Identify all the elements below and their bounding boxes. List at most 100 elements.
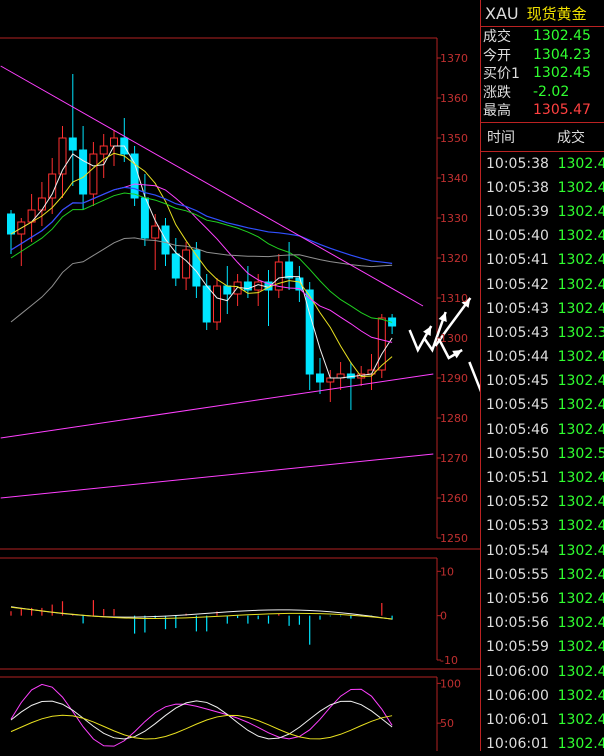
tick-price: 1302.4 bbox=[558, 567, 604, 583]
quote-label: 涨跌 bbox=[483, 82, 533, 102]
tick-row[interactable]: 10:05:591302.4 bbox=[481, 635, 604, 659]
tick-row[interactable]: 10:05:501302.5 bbox=[481, 442, 604, 466]
kdj-panel[interactable] bbox=[11, 684, 392, 746]
candle-body bbox=[152, 226, 159, 238]
tick-row[interactable]: 10:05:521302.4 bbox=[481, 490, 604, 514]
tick-time: 10:06:00 bbox=[481, 664, 558, 680]
tick-price: 1302.5 bbox=[558, 446, 604, 462]
tick-row[interactable]: 10:05:531302.4 bbox=[481, 514, 604, 538]
tick-row[interactable]: 10:05:451302.4 bbox=[481, 393, 604, 417]
tick-price: 1302.4 bbox=[558, 252, 604, 268]
quote-row: 今开1304.23 bbox=[481, 46, 604, 65]
projection-arrows bbox=[410, 298, 480, 426]
tick-price: 1302.4 bbox=[558, 688, 604, 704]
tick-time: 10:05:40 bbox=[481, 228, 558, 244]
tick-price: 1302.4 bbox=[558, 543, 604, 559]
tick-time: 10:05:43 bbox=[481, 325, 558, 341]
tick-price: 1302.4 bbox=[558, 518, 604, 534]
arrow-head bbox=[439, 312, 447, 322]
tick-row[interactable]: 10:05:431302.3 bbox=[481, 321, 604, 345]
tick-row[interactable]: 10:05:401302.4 bbox=[481, 224, 604, 248]
y-tick-label: 1260 bbox=[440, 492, 468, 505]
tick-row[interactable]: 10:05:441302.4 bbox=[481, 345, 604, 369]
quote-label: 买价1 bbox=[483, 63, 533, 83]
symbol-code: XAU bbox=[485, 4, 519, 23]
support-trendline bbox=[1, 374, 434, 438]
tick-list[interactable]: 10:05:381302.410:05:381302.410:05:391302… bbox=[481, 152, 604, 756]
tick-row[interactable]: 10:05:381302.4 bbox=[481, 152, 604, 176]
tick-row[interactable]: 10:06:011302.4 bbox=[481, 708, 604, 732]
tick-time: 10:05:54 bbox=[481, 543, 558, 559]
tick-price: 1302.4 bbox=[558, 422, 604, 438]
candle-body bbox=[203, 286, 210, 322]
candle-body bbox=[306, 290, 313, 374]
tick-time: 10:05:53 bbox=[481, 518, 558, 534]
tick-time: 10:05:43 bbox=[481, 301, 558, 317]
tick-row[interactable]: 10:05:561302.4 bbox=[481, 611, 604, 635]
y-tick-label: 1350 bbox=[440, 132, 468, 145]
symbol-header: XAU 现货黄金 bbox=[481, 0, 604, 27]
macd-dea-line bbox=[11, 607, 392, 619]
y-tick-label: 1320 bbox=[440, 252, 468, 265]
candle-body bbox=[8, 214, 15, 234]
tick-row[interactable]: 10:05:421302.4 bbox=[481, 272, 604, 296]
tick-row[interactable]: 10:05:431302.4 bbox=[481, 297, 604, 321]
candle-body bbox=[111, 138, 118, 146]
tick-time: 10:05:46 bbox=[481, 422, 558, 438]
candle-body bbox=[378, 318, 385, 370]
tick-price: 1302.4 bbox=[558, 204, 604, 220]
candle-body bbox=[214, 286, 221, 322]
tick-price: 1302.4 bbox=[558, 277, 604, 293]
y-tick-label: 1250 bbox=[440, 532, 468, 545]
tick-time: 10:05:45 bbox=[481, 373, 558, 389]
tick-price-header: 成交 bbox=[557, 127, 585, 147]
symbol-name: 现货黄金 bbox=[527, 3, 587, 24]
tick-row[interactable]: 10:05:511302.4 bbox=[481, 466, 604, 490]
candle-body bbox=[131, 154, 138, 198]
tick-time: 10:05:38 bbox=[481, 180, 558, 196]
tick-row[interactable]: 10:05:381302.4 bbox=[481, 176, 604, 200]
quote-row: 涨跌-2.02 bbox=[481, 83, 604, 102]
tick-time: 10:05:42 bbox=[481, 277, 558, 293]
tick-time: 10:05:39 bbox=[481, 204, 558, 220]
tick-time: 10:05:52 bbox=[481, 494, 558, 510]
tick-row[interactable]: 10:06:001302.4 bbox=[481, 684, 604, 708]
tick-price: 1302.4 bbox=[558, 180, 604, 196]
macd-y-label: 0 bbox=[440, 610, 447, 623]
quote-value: -2.02 bbox=[533, 84, 569, 100]
tick-row[interactable]: 10:05:541302.4 bbox=[481, 539, 604, 563]
tick-row[interactable]: 10:05:461302.4 bbox=[481, 418, 604, 442]
candle-body bbox=[327, 378, 334, 382]
tick-time: 10:05:56 bbox=[481, 591, 558, 607]
candlestick-panel[interactable] bbox=[8, 74, 396, 410]
tick-row[interactable]: 10:05:451302.4 bbox=[481, 369, 604, 393]
tick-price: 1302.4 bbox=[558, 301, 604, 317]
kline-chart-area[interactable]: 1370136013501340133013201310130012901280… bbox=[0, 0, 480, 751]
tick-price: 1302.4 bbox=[558, 712, 604, 728]
tick-row[interactable]: 10:06:001302.4 bbox=[481, 659, 604, 683]
tick-time: 10:06:01 bbox=[481, 712, 558, 728]
tick-row[interactable]: 10:05:391302.4 bbox=[481, 200, 604, 224]
candle-body bbox=[183, 250, 190, 278]
y-tick-label: 1370 bbox=[440, 52, 468, 65]
price-axis: 1370136013501340133013201310130012901280… bbox=[437, 52, 468, 730]
macd-panel[interactable] bbox=[11, 600, 392, 645]
tick-row[interactable]: 10:06:011302.4 bbox=[481, 732, 604, 756]
ma30-line bbox=[11, 193, 392, 322]
quote-sidebar: XAU 现货黄金 成交1302.45今开1304.23买价11302.45涨跌-… bbox=[480, 0, 604, 751]
y-tick-label: 1360 bbox=[440, 92, 468, 105]
quote-value: 1304.23 bbox=[533, 47, 591, 63]
lower-channel-line bbox=[1, 454, 434, 498]
tick-row[interactable]: 10:05:551302.4 bbox=[481, 563, 604, 587]
kdj-y-label: 100 bbox=[440, 677, 461, 690]
y-tick-label: 1280 bbox=[440, 412, 468, 425]
kdj-y-label: 50 bbox=[440, 717, 454, 730]
tick-time: 10:05:38 bbox=[481, 156, 558, 172]
tick-row[interactable]: 10:05:411302.4 bbox=[481, 248, 604, 272]
quote-value: 1305.47 bbox=[533, 102, 591, 118]
candle-body bbox=[172, 254, 179, 278]
tick-row[interactable]: 10:05:561302.4 bbox=[481, 587, 604, 611]
ma60-line bbox=[11, 187, 392, 263]
tick-price: 1302.4 bbox=[558, 470, 604, 486]
tick-time: 10:05:50 bbox=[481, 446, 558, 462]
